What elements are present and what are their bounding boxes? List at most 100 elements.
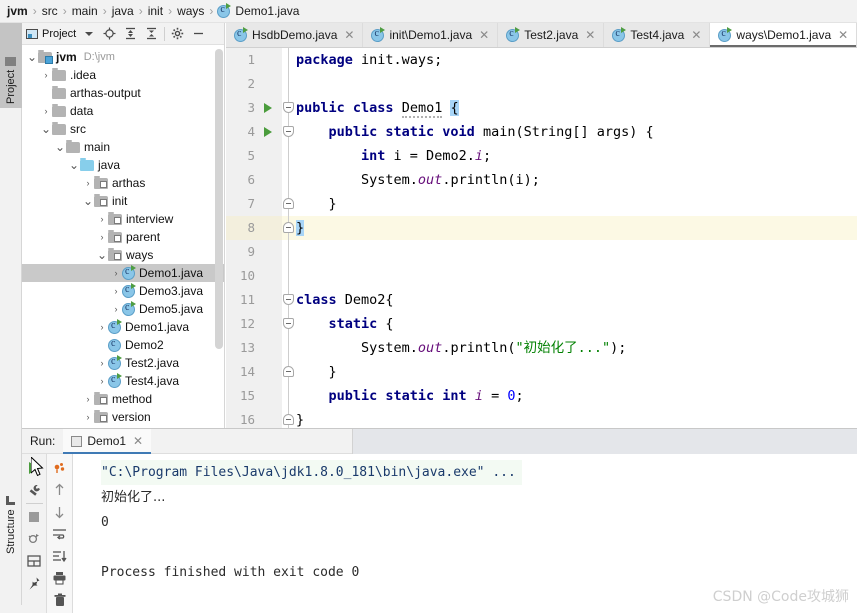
run-gutter[interactable] bbox=[260, 216, 282, 240]
fold-gutter[interactable] bbox=[282, 144, 296, 168]
code-line[interactable]: 9 bbox=[226, 240, 857, 264]
fold-marker-icon[interactable] bbox=[283, 102, 294, 113]
run-gutter[interactable] bbox=[260, 312, 282, 336]
project-panel-title[interactable]: Project bbox=[26, 28, 76, 40]
code-line[interactable]: 4 public static void main(String[] args)… bbox=[226, 120, 857, 144]
tree-item-parent[interactable]: › parent bbox=[22, 228, 224, 246]
fold-gutter[interactable] bbox=[282, 240, 296, 264]
fold-gutter[interactable] bbox=[282, 408, 296, 428]
tree-item-method[interactable]: › method bbox=[22, 390, 224, 408]
run-arrow-icon[interactable] bbox=[264, 103, 272, 113]
code-line[interactable]: 15 public static int i = 0; bbox=[226, 384, 857, 408]
tree-item-demo5-java[interactable]: › Demo5.java bbox=[22, 300, 224, 318]
chevron-right-icon[interactable]: › bbox=[40, 70, 52, 80]
scroll-to-end-icon[interactable] bbox=[49, 545, 71, 567]
tree-item-demo1-java[interactable]: › Demo1.java bbox=[22, 264, 224, 282]
code-line[interactable]: 7 } bbox=[226, 192, 857, 216]
run-gutter[interactable] bbox=[260, 408, 282, 428]
layout-icon[interactable] bbox=[23, 550, 45, 572]
fold-gutter[interactable] bbox=[282, 192, 296, 216]
debug-rerun-icon[interactable] bbox=[23, 528, 45, 550]
breadcrumb-item-3[interactable]: java bbox=[111, 4, 135, 18]
code-line[interactable]: 5 int i = Demo2.i; bbox=[226, 144, 857, 168]
editor-tab-bar[interactable]: HsdbDemo.java✕init\Demo1.java✕Test2.java… bbox=[226, 23, 857, 48]
chevron-right-icon[interactable]: › bbox=[82, 178, 94, 188]
up-arrow-icon[interactable] bbox=[49, 479, 71, 501]
breadcrumb-item-1[interactable]: src bbox=[41, 4, 59, 18]
code-line[interactable]: 6 System.out.println(i); bbox=[226, 168, 857, 192]
chevron-right-icon[interactable]: › bbox=[110, 286, 122, 296]
run-gutter[interactable] bbox=[260, 120, 282, 144]
chevron-right-icon[interactable]: › bbox=[96, 322, 108, 332]
code-line[interactable]: 13 System.out.println("初始化了..."); bbox=[226, 336, 857, 360]
run-gutter[interactable] bbox=[260, 168, 282, 192]
breadcrumb-item-4[interactable]: init bbox=[147, 4, 164, 18]
run-tab-demo1[interactable]: Demo1 ✕ bbox=[63, 428, 152, 454]
tree-item-version[interactable]: › version bbox=[22, 408, 224, 426]
chevron-down-icon[interactable] bbox=[78, 24, 99, 44]
chevron-down-icon[interactable]: ⌄ bbox=[54, 141, 66, 153]
fold-marker-icon[interactable] bbox=[283, 414, 294, 425]
tree-item-src[interactable]: ⌄ src bbox=[22, 120, 224, 138]
chevron-right-icon[interactable]: › bbox=[40, 106, 52, 116]
stop-icon[interactable] bbox=[23, 506, 45, 528]
wrench-icon[interactable] bbox=[23, 479, 45, 501]
run-arrow-icon[interactable] bbox=[264, 127, 272, 137]
tree-item-jvm[interactable]: ⌄ jvm D:\jvm bbox=[22, 48, 224, 66]
gear-icon[interactable] bbox=[167, 24, 188, 44]
trash-icon[interactable] bbox=[49, 589, 71, 611]
tree-item-main[interactable]: ⌄ main bbox=[22, 138, 224, 156]
tree-item-demo3-java[interactable]: › Demo3.java bbox=[22, 282, 224, 300]
fold-gutter[interactable] bbox=[282, 360, 296, 384]
code-line[interactable]: 14 } bbox=[226, 360, 857, 384]
fold-gutter[interactable] bbox=[282, 288, 296, 312]
close-icon[interactable]: ✕ bbox=[479, 28, 489, 42]
tree-item-interview[interactable]: › interview bbox=[22, 210, 224, 228]
code-line[interactable]: 1 package init.ways; bbox=[226, 48, 857, 72]
chevron-down-icon[interactable]: ⌄ bbox=[96, 249, 108, 261]
soft-wrap-icon[interactable] bbox=[49, 523, 71, 545]
tree-item-demo2[interactable]: Demo2 bbox=[22, 336, 224, 354]
expand-all-icon[interactable] bbox=[120, 24, 141, 44]
fold-gutter[interactable] bbox=[282, 120, 296, 144]
chevron-right-icon[interactable]: › bbox=[96, 214, 108, 224]
code-line[interactable]: 2 bbox=[226, 72, 857, 96]
editor-tab-test4-java[interactable]: Test4.java ✕ bbox=[604, 23, 711, 47]
chevron-down-icon[interactable]: ⌄ bbox=[82, 195, 94, 207]
sidebar-tab-structure[interactable]: Structure bbox=[0, 478, 22, 558]
minimize-icon[interactable] bbox=[188, 24, 209, 44]
locate-icon[interactable] bbox=[99, 24, 120, 44]
code-line[interactable]: 11 class Demo2{ bbox=[226, 288, 857, 312]
run-gutter[interactable] bbox=[260, 336, 282, 360]
chevron-right-icon[interactable]: › bbox=[82, 394, 94, 404]
run-gutter[interactable] bbox=[260, 192, 282, 216]
run-gutter[interactable] bbox=[260, 288, 282, 312]
print-icon[interactable] bbox=[49, 567, 71, 589]
code-line[interactable]: 16} bbox=[226, 408, 857, 428]
code-line[interactable]: 3 public class Demo1 { bbox=[226, 96, 857, 120]
fold-gutter[interactable] bbox=[282, 48, 296, 72]
editor-tab-hsdbdemo-java[interactable]: HsdbDemo.java ✕ bbox=[226, 23, 364, 47]
fold-marker-icon[interactable] bbox=[283, 318, 294, 329]
tree-item-java[interactable]: ⌄ java bbox=[22, 156, 224, 174]
fold-gutter[interactable] bbox=[282, 72, 296, 96]
run-gutter[interactable] bbox=[260, 264, 282, 288]
tree-scrollbar[interactable] bbox=[215, 49, 223, 349]
breadcrumb-item-5[interactable]: ways bbox=[176, 4, 205, 18]
close-icon[interactable]: ✕ bbox=[585, 28, 595, 42]
chevron-right-icon[interactable]: › bbox=[110, 268, 122, 278]
tree-item-ways[interactable]: ⌄ ways bbox=[22, 246, 224, 264]
run-gutter[interactable] bbox=[260, 144, 282, 168]
code-line[interactable]: 8} bbox=[226, 216, 857, 240]
chevron-down-icon[interactable]: ⌄ bbox=[68, 159, 80, 171]
fold-marker-icon[interactable] bbox=[283, 198, 294, 209]
tree-item-test2-java[interactable]: › Test2.java bbox=[22, 354, 224, 372]
fold-gutter[interactable] bbox=[282, 168, 296, 192]
run-gutter[interactable] bbox=[260, 384, 282, 408]
down-arrow-icon[interactable] bbox=[49, 501, 71, 523]
rerun-failed-icon[interactable] bbox=[49, 457, 71, 479]
close-icon[interactable]: ✕ bbox=[691, 28, 701, 42]
run-gutter[interactable] bbox=[260, 240, 282, 264]
pin-icon[interactable] bbox=[23, 572, 45, 594]
fold-marker-icon[interactable] bbox=[283, 222, 294, 233]
